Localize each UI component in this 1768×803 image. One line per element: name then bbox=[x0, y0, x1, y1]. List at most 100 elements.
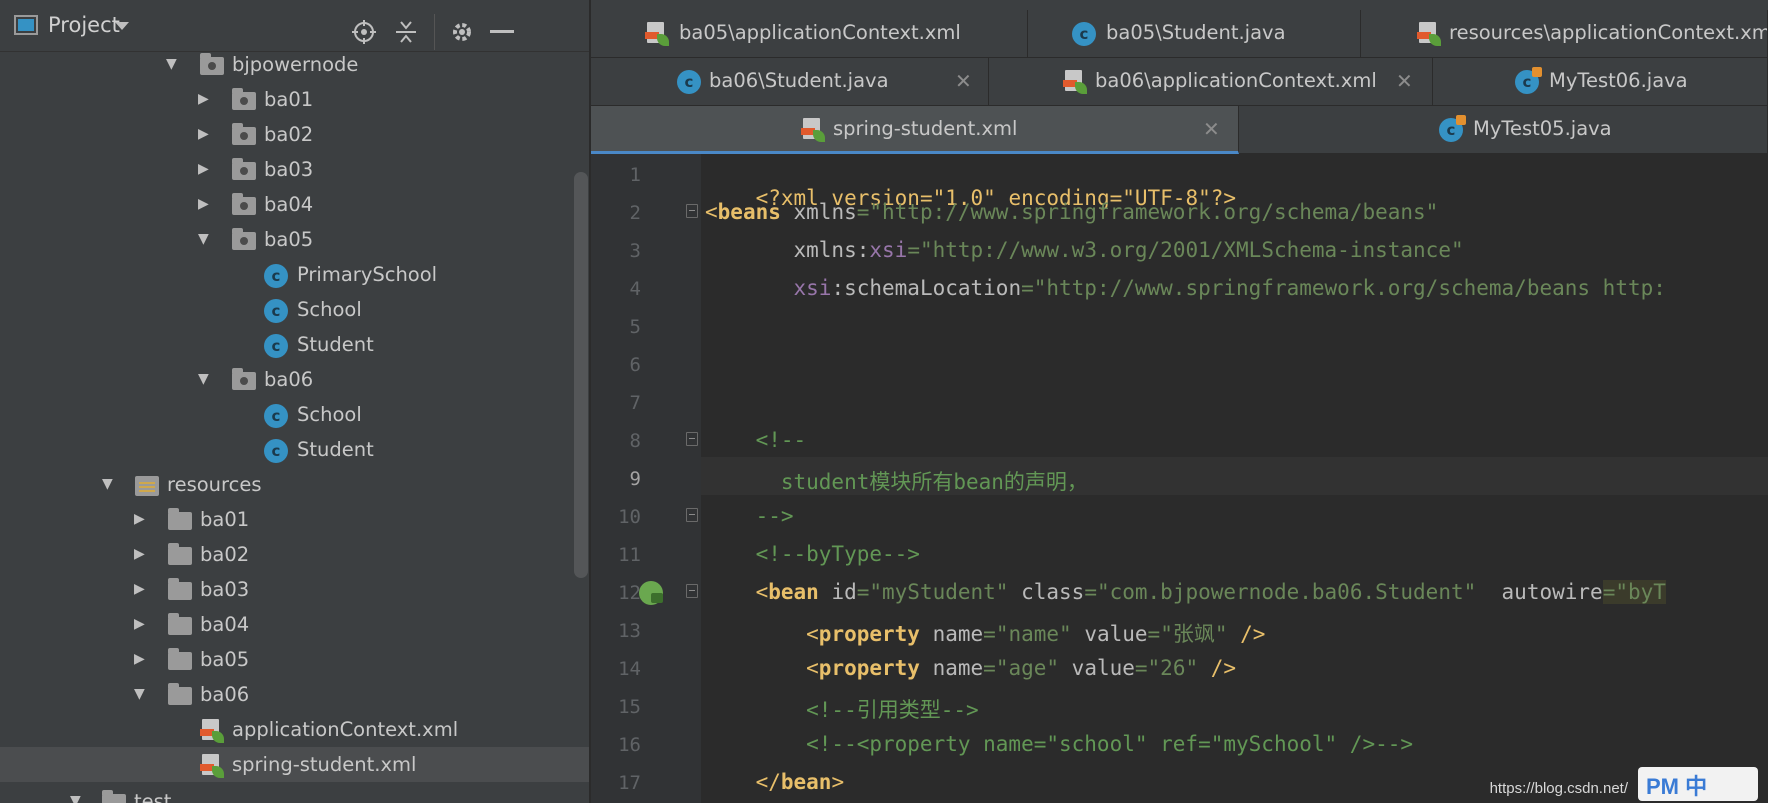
tab-ba05-student-java[interactable]: c ba05\Student.java bbox=[1028, 10, 1361, 58]
tree-item-ba05[interactable]: ▶ ba05 bbox=[0, 642, 589, 677]
tab-ba05-applicationcontext-xml[interactable]: ba05\applicationContext.xml bbox=[591, 10, 1028, 58]
tree-item-label: School bbox=[297, 403, 362, 426]
tree-item-applicationcontext-xml[interactable]: applicationContext.xml bbox=[0, 712, 589, 747]
collapse-arrow-icon[interactable]: ▶ bbox=[198, 152, 216, 187]
project-scrollbar[interactable] bbox=[574, 172, 588, 578]
tree-item-test[interactable]: ▼ test bbox=[0, 784, 589, 803]
expand-arrow-icon[interactable]: ▼ bbox=[198, 362, 216, 397]
tree-item-student[interactable]: c Student bbox=[0, 432, 589, 467]
tab-label: resources\applicationContext.xml bbox=[1449, 21, 1768, 44]
gear-icon[interactable] bbox=[449, 19, 475, 45]
editor-gutter: 1 2 3 4 5 6 7 8 9 10 11 12 13 14 15 16 1… bbox=[591, 154, 701, 803]
folder-icon bbox=[168, 648, 192, 670]
locate-icon[interactable] bbox=[351, 19, 377, 45]
class-icon: c bbox=[264, 404, 288, 428]
spring-bean-gutter-icon[interactable] bbox=[639, 581, 663, 605]
tree-item-ba02[interactable]: ▶ ba02 bbox=[0, 537, 589, 572]
tree-item-school[interactable]: c School bbox=[0, 292, 589, 327]
fold-marker-icon[interactable] bbox=[686, 508, 698, 522]
tab-label: ba06\Student.java bbox=[709, 69, 889, 92]
tab-mytest06-java[interactable]: c MyTest06.java bbox=[1433, 58, 1768, 106]
collapse-arrow-icon[interactable]: ▶ bbox=[134, 607, 152, 642]
code-token: ="http://www.springframework.org/schema/… bbox=[856, 200, 1439, 224]
tree-item-ba01[interactable]: ▶ ba01 bbox=[0, 82, 589, 117]
expand-arrow-icon[interactable]: ▼ bbox=[166, 47, 184, 82]
code-token: value bbox=[1059, 656, 1135, 680]
line-number: 1 bbox=[629, 164, 641, 186]
code-line-2: <beans xmlns="http://www.springframework… bbox=[705, 200, 1438, 224]
tree-item-bjpowernode[interactable]: ▼ bjpowernode bbox=[0, 47, 589, 82]
folder-icon bbox=[168, 543, 192, 565]
tree-item-label: PrimarySchool bbox=[297, 263, 438, 286]
tree-item-ba01[interactable]: ▶ ba01 bbox=[0, 502, 589, 537]
collapse-arrow-icon[interactable]: ▶ bbox=[134, 642, 152, 677]
tree-item-ba04[interactable]: ▶ ba04 bbox=[0, 607, 589, 642]
project-title[interactable]: Project bbox=[48, 13, 120, 37]
code-token: value bbox=[1071, 622, 1148, 646]
tab-resources-applicationcontext-xml[interactable]: resources\applicationContext.xml bbox=[1361, 10, 1768, 58]
tree-item-ba03[interactable]: ▶ ba03 bbox=[0, 152, 589, 187]
tree-item-resources[interactable]: ▼ resources bbox=[0, 467, 589, 502]
close-icon[interactable]: ✕ bbox=[955, 69, 972, 93]
expand-arrow-icon[interactable]: ▼ bbox=[70, 784, 88, 803]
chevron-down-icon[interactable] bbox=[114, 20, 130, 32]
package-icon bbox=[232, 158, 256, 180]
tree-item-ba02[interactable]: ▶ ba02 bbox=[0, 117, 589, 152]
fold-marker-icon[interactable] bbox=[686, 584, 698, 598]
tab-spring-student-xml[interactable]: spring-student.xml ✕ bbox=[591, 106, 1239, 154]
line-number: 17 bbox=[618, 772, 641, 794]
collapse-arrow-icon[interactable]: ▶ bbox=[198, 117, 216, 152]
collapse-arrow-icon[interactable]: ▶ bbox=[134, 502, 152, 537]
expand-arrow-icon[interactable]: ▼ bbox=[102, 467, 120, 502]
tree-item-label: ba04 bbox=[200, 613, 250, 636]
code-token: ="26" bbox=[1134, 656, 1199, 680]
code-line-11: <!--byType--> bbox=[705, 542, 920, 566]
test-class-icon: c bbox=[1515, 67, 1542, 94]
code-token: xsi bbox=[869, 238, 908, 262]
collapse-arrow-icon[interactable]: ▶ bbox=[134, 572, 152, 607]
tree-item-label: Student bbox=[297, 438, 374, 461]
package-icon bbox=[232, 193, 256, 215]
collapse-arrow-icon[interactable]: ▶ bbox=[198, 187, 216, 222]
tree-item-label: bjpowernode bbox=[232, 53, 359, 76]
code-token: xmlns bbox=[780, 200, 857, 224]
code-token: ="name" bbox=[983, 622, 1072, 646]
expand-arrow-icon[interactable]: ▼ bbox=[134, 677, 152, 712]
code-token: bean bbox=[780, 770, 832, 794]
collapse-arrow-icon[interactable]: ▶ bbox=[134, 537, 152, 572]
fold-marker-icon[interactable] bbox=[686, 432, 698, 446]
tree-item-ba05[interactable]: ▼ ba05 bbox=[0, 222, 589, 257]
tree-item-ba04[interactable]: ▶ ba04 bbox=[0, 187, 589, 222]
expand-arrow-icon[interactable]: ▼ bbox=[198, 222, 216, 257]
minimize-icon[interactable] bbox=[490, 30, 514, 34]
spring-xml-icon bbox=[200, 719, 224, 743]
collapse-all-icon[interactable] bbox=[393, 19, 419, 45]
collapse-arrow-icon[interactable]: ▶ bbox=[198, 82, 216, 117]
tab-label: MyTest06.java bbox=[1549, 69, 1688, 92]
header-divider bbox=[434, 14, 435, 50]
spring-xml-icon bbox=[645, 22, 669, 46]
tree-item-student[interactable]: c Student bbox=[0, 327, 589, 362]
code-line-17: </bean> bbox=[705, 770, 845, 794]
code-token: < bbox=[705, 200, 718, 224]
tree-item-primaryschool[interactable]: c PrimarySchool bbox=[0, 257, 589, 292]
fold-marker-icon[interactable] bbox=[686, 204, 698, 218]
tab-ba06-applicationcontext-xml[interactable]: ba06\applicationContext.xml ✕ bbox=[989, 58, 1433, 106]
tree-item-ba03[interactable]: ▶ ba03 bbox=[0, 572, 589, 607]
tree-item-ba06[interactable]: ▼ ba06 bbox=[0, 362, 589, 397]
tree-item-spring-student-xml[interactable]: spring-student.xml bbox=[0, 747, 589, 782]
tab-mytest05-java[interactable]: c MyTest05.java bbox=[1239, 106, 1768, 154]
code-token: :schemaLocation bbox=[831, 276, 1022, 300]
tree-item-ba06[interactable]: ▼ ba06 bbox=[0, 677, 589, 712]
code-token: < bbox=[705, 656, 819, 680]
tab-ba06-student-java[interactable]: c ba06\Student.java ✕ bbox=[591, 58, 989, 106]
tree-item-label: ba06 bbox=[264, 368, 314, 391]
code-editor[interactable]: 1 2 3 4 5 6 7 8 9 10 11 12 13 14 15 16 1… bbox=[591, 154, 1768, 803]
tab-label: spring-student.xml bbox=[833, 117, 1018, 140]
tree-item-school[interactable]: c School bbox=[0, 397, 589, 432]
code-line-9: student模块所有bean的声明， bbox=[705, 470, 1088, 494]
folder-icon bbox=[168, 578, 192, 600]
close-icon[interactable]: ✕ bbox=[1203, 117, 1220, 141]
close-icon[interactable]: ✕ bbox=[1396, 69, 1413, 93]
tree-item-label: test bbox=[134, 790, 172, 803]
